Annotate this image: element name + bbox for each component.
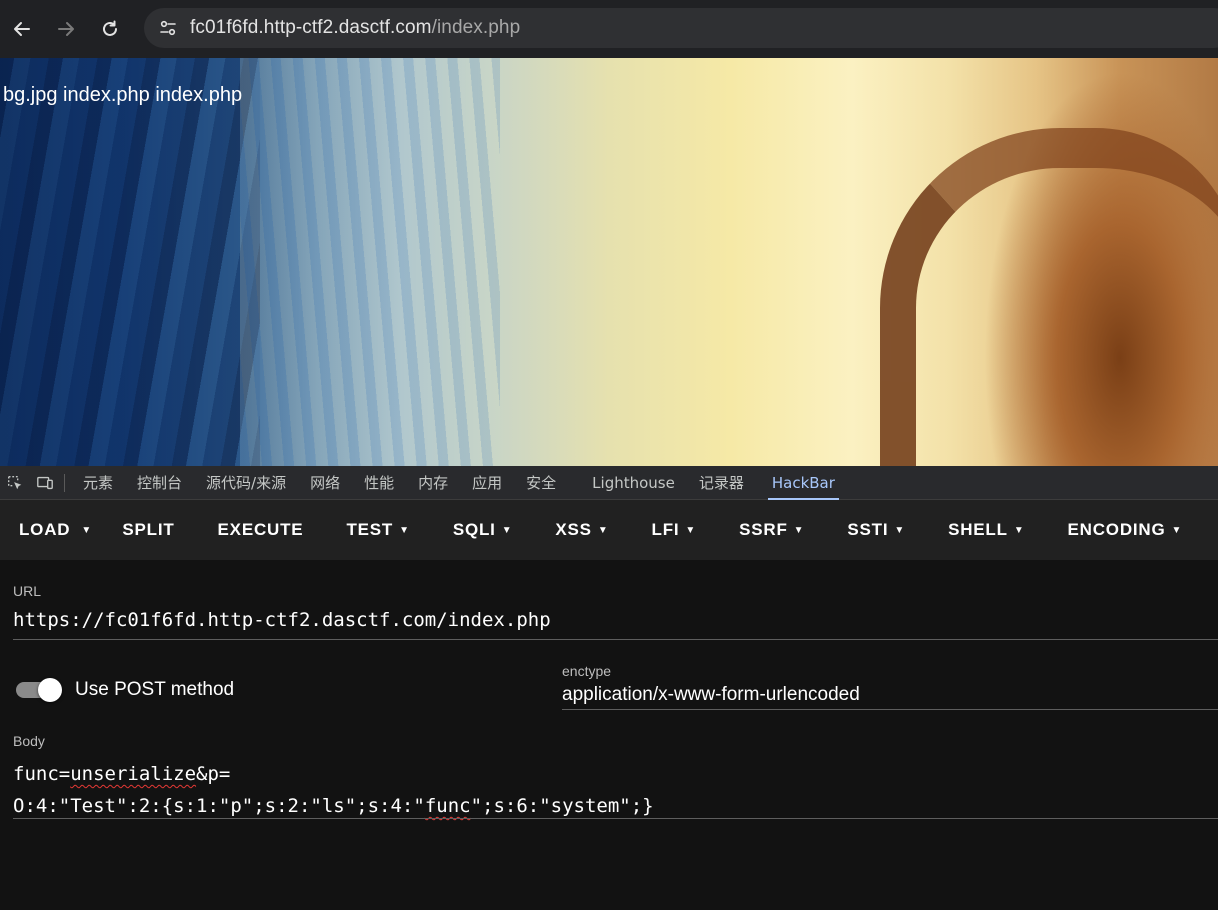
arrow-left-icon [14,22,30,36]
address-url[interactable]: fc01f6fd.http-ctf2.dasctf.com/index.php [190,17,520,39]
chevron-down-icon: ▼ [793,524,805,536]
lfi-menu-button[interactable]: LFI ▼ [628,500,716,560]
chevron-down-icon: ▼ [1171,524,1183,536]
page-text: bg.jpg index.php index.php [3,84,243,106]
spellcheck-word: unserialize [70,763,197,785]
load-dropdown-icon[interactable]: ▼ [75,500,97,560]
site-info-icon[interactable] [148,8,188,48]
split-button[interactable]: SPLIT [103,500,193,560]
inspect-element-icon[interactable] [0,466,30,500]
tab-performance[interactable]: 性能 [352,466,406,500]
forward-button[interactable] [44,7,88,51]
url-field-label: URL [13,583,42,599]
tab-sources[interactable]: 源代码/来源 [194,466,298,500]
tab-console[interactable]: 控制台 [125,466,194,500]
tab-network[interactable]: 网络 [298,466,352,500]
chevron-down-icon: ▼ [894,524,906,536]
reload-icon [103,20,117,36]
spellcheck-word: func [424,795,471,817]
tab-memory[interactable]: 内存 [406,466,460,500]
back-button[interactable] [0,7,44,51]
xss-menu-button[interactable]: XSS ▼ [531,500,627,560]
chevron-down-icon: ▼ [1013,524,1025,536]
url-path: /index.php [431,17,521,38]
ssrf-menu-button[interactable]: SSRF ▼ [715,500,823,560]
ssti-menu-button[interactable]: SSTI ▼ [823,500,924,560]
tab-recorder[interactable]: 记录器 [687,466,756,500]
execute-button[interactable]: EXECUTE [194,500,323,560]
chevron-down-icon: ▼ [399,524,410,536]
tab-security[interactable]: 安全 [514,466,568,500]
sqli-menu-button[interactable]: SQLI ▼ [429,500,532,560]
test-menu-button[interactable]: TEST ▼ [322,500,428,560]
body-field-label: Body [13,733,45,749]
page-viewport: bg.jpg index.php index.php [0,58,1218,466]
tab-hackbar[interactable]: HackBar [760,466,847,500]
encoding-menu-button[interactable]: ENCODING ▼ [1044,500,1202,560]
background-image [0,58,260,466]
url-host: fc01f6fd.http-ctf2.dasctf.com [190,17,432,38]
body-textarea[interactable]: func=unserialize&p= O:4:"Test":2:{s:1:"p… [13,758,654,822]
hackbar-toolbar: LOAD ▼ SPLIT EXECUTE TEST ▼ SQLI ▼ XSS ▼ LF… [0,500,1218,560]
chevron-down-icon: ▼ [597,524,609,536]
tab-application[interactable]: 应用 [460,466,514,500]
devtools-tabbar: 元素 控制台 源代码/来源 网络 性能 内存 应用 安全 Lighthouse … [0,466,1218,500]
arrow-right-icon [58,22,74,36]
post-method-toggle[interactable] [16,678,64,702]
chevron-down-icon: ▼ [685,524,697,536]
tab-elements[interactable]: 元素 [71,466,125,500]
chevron-down-icon: ▼ [501,524,513,536]
address-bar[interactable]: fc01f6fd.http-ctf2.dasctf.com/index.php [144,8,1218,48]
tab-lighthouse[interactable]: Lighthouse [580,466,687,500]
enctype-select[interactable]: application/x-www-form-urlencoded [562,684,860,706]
device-toolbar-icon[interactable] [30,466,60,500]
enctype-label: enctype [562,663,612,679]
shell-menu-button[interactable]: SHELL ▼ [924,500,1043,560]
reload-button[interactable] [88,7,132,51]
browser-toolbar: fc01f6fd.http-ctf2.dasctf.com/index.php [0,0,1218,58]
post-method-label: Use POST method [75,679,235,700]
url-field[interactable]: https://fc01f6fd.http-ctf2.dasctf.com/in… [13,609,551,631]
